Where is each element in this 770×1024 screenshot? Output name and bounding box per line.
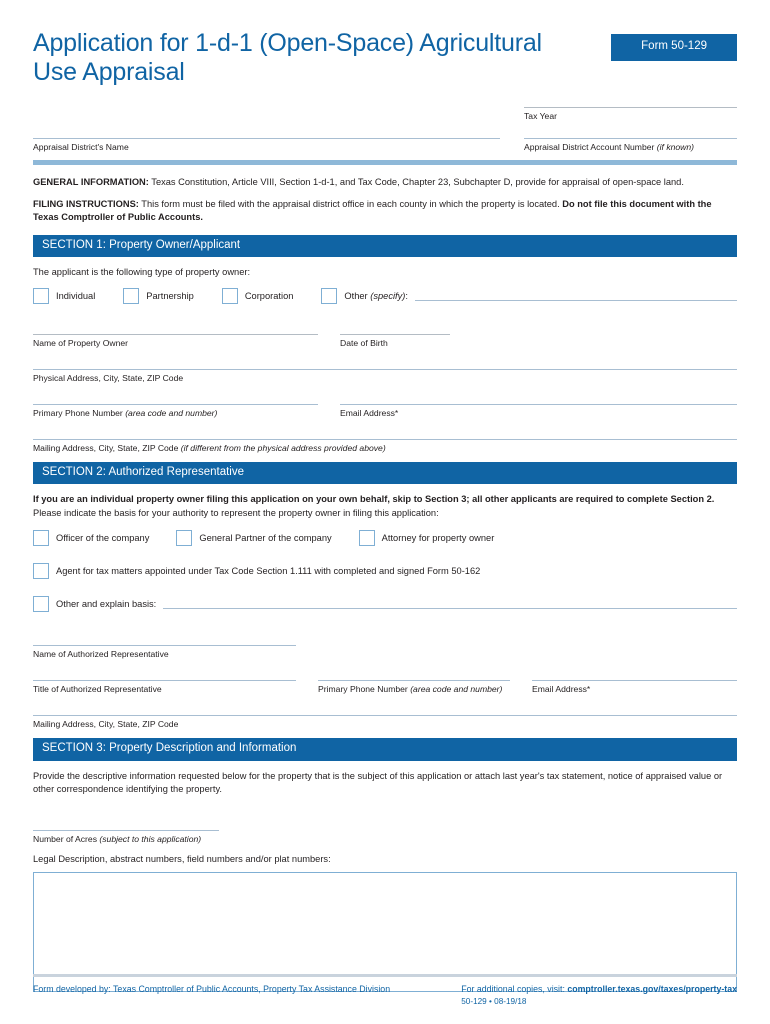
representative-phone-label: Primary Phone Number (area code and numb…	[318, 684, 503, 694]
owner-name-label: Name of Property Owner	[33, 337, 129, 348]
checkbox-partnership-label: Partnership	[146, 290, 194, 301]
number-of-acres-field[interactable]: Number of Acres (subject to this applica…	[33, 829, 219, 845]
number-of-acres-label: Number of Acres (subject to this applica…	[33, 833, 202, 844]
checkbox-other-owner-type-label: Other (specify):	[344, 290, 408, 301]
tax-year-label: Tax Year	[524, 111, 557, 121]
representative-name-label: Name of Authorized Representative	[33, 649, 169, 659]
agent-for-tax-matters-row: Agent for tax matters appointed under Ta…	[33, 563, 737, 579]
owner-mailing-address-label: Mailing Address, City, State, ZIP Code (…	[33, 442, 386, 453]
owner-name-row: Name of Property Owner Date of Birth	[33, 333, 737, 349]
other-basis-row: Other and explain basis:	[33, 596, 737, 612]
checkbox-individual[interactable]	[33, 287, 49, 304]
checkbox-officer-of-company[interactable]	[33, 530, 49, 546]
checkbox-general-partner-label: General Partner of the company	[199, 533, 332, 543]
representative-phone-field[interactable]: Primary Phone Number (area code and numb…	[318, 680, 510, 695]
checkbox-individual-label: Individual	[56, 290, 96, 301]
footer-additional-copies: For additional copies, visit: comptrolle…	[461, 984, 737, 994]
footer-url[interactable]: comptroller.texas.gov/taxes/property-tax	[567, 984, 737, 994]
footer-revision: 50-129 • 08-19/18	[461, 997, 527, 1006]
checkbox-agent-for-tax-matters[interactable]	[33, 563, 49, 579]
representative-mailing-address-label: Mailing Address, City, State, ZIP Code	[33, 719, 179, 729]
representative-name-field[interactable]: Name of Authorized Representative	[33, 645, 296, 660]
checkbox-attorney-for-owner[interactable]	[358, 530, 375, 546]
checkbox-other-basis-label: Other and explain basis:	[56, 599, 157, 609]
owner-name-field[interactable]: Name of Property Owner	[33, 333, 318, 349]
owner-email-field[interactable]: Email Address*	[340, 403, 737, 419]
district-row: Appraisal District's Name Appraisal Dist…	[33, 138, 737, 153]
appraisal-district-name-field[interactable]: Appraisal District's Name	[33, 138, 500, 153]
checkbox-corporation-label: Corporation	[244, 290, 294, 301]
section-1-header: SECTION 1: Property Owner/Applicant	[33, 234, 737, 257]
physical-address-label: Physical Address, City, State, ZIP Code	[33, 372, 184, 383]
appraisal-district-name-label: Appraisal District's Name	[33, 142, 129, 152]
owner-mailing-address-field[interactable]: Mailing Address, City, State, ZIP Code (…	[33, 438, 737, 454]
footer-content: Form developed by: Texas Comptroller of …	[33, 983, 737, 1006]
section-2-sub-intro: Please indicate the basis for your autho…	[33, 507, 439, 518]
representative-email-field[interactable]: Email Address*	[532, 680, 737, 695]
representative-title-field[interactable]: Title of Authorized Representative	[33, 680, 296, 695]
representative-contact-row: Title of Authorized Representative Prima…	[33, 680, 737, 695]
owner-phone-field[interactable]: Primary Phone Number (area code and numb…	[33, 403, 318, 419]
form-number-badge: Form 50-129	[611, 34, 737, 61]
section-2-bold-intro: If you are an individual property owner …	[33, 494, 715, 504]
form-page: Application for 1-d-1 (Open-Space) Agric…	[0, 0, 770, 1024]
filing-instructions-paragraph: FILING INSTRUCTIONS: This form must be f…	[33, 198, 712, 223]
checkbox-officer-of-company-label: Officer of the company	[56, 533, 150, 543]
other-owner-type-input-line[interactable]	[414, 299, 737, 301]
physical-address-field[interactable]: Physical Address, City, State, ZIP Code	[33, 368, 737, 384]
section-3-header: SECTION 3: Property Description and Info…	[33, 738, 737, 761]
checkbox-general-partner[interactable]	[176, 530, 193, 546]
tax-year-field[interactable]: Tax Year	[524, 107, 737, 122]
owner-email-label: Email Address*	[340, 407, 399, 418]
page-footer: Form developed by: Texas Comptroller of …	[33, 974, 737, 1006]
section-2-header: SECTION 2: Authorized Representative	[33, 461, 737, 484]
footer-developed-by: Form developed by: Texas Comptroller of …	[33, 984, 391, 994]
general-information-paragraph: GENERAL INFORMATION: Texas Constitution,…	[33, 177, 684, 187]
checkbox-partnership[interactable]	[123, 287, 140, 304]
section-1-prompt: The applicant is the following type of p…	[33, 267, 251, 277]
account-number-label: Appraisal District Account Number (if kn…	[524, 142, 695, 152]
footer-divider	[33, 974, 737, 977]
owner-phone-label: Primary Phone Number (area code and numb…	[33, 407, 218, 418]
authority-basis-checkbox-row: Officer of the company General Partner o…	[33, 530, 737, 546]
owner-type-checkbox-row: Individual Partnership Corporation Other…	[33, 287, 737, 304]
account-number-field[interactable]: Appraisal District Account Number (if kn…	[524, 138, 737, 153]
checkbox-corporation[interactable]	[221, 287, 238, 304]
checkbox-other-basis[interactable]	[33, 596, 49, 612]
checkbox-attorney-for-owner-label: Attorney for property owner	[381, 533, 495, 543]
page-title: Application for 1-d-1 (Open-Space) Agric…	[33, 29, 542, 86]
top-fields-block: Tax Year Appraisal District's Name Appra…	[33, 107, 737, 165]
date-of-birth-label: Date of Birth	[340, 337, 388, 348]
tax-year-spacer	[33, 107, 500, 122]
owner-contact-row: Primary Phone Number (area code and numb…	[33, 403, 737, 419]
other-basis-input-line[interactable]	[163, 608, 737, 609]
representative-mailing-address-field[interactable]: Mailing Address, City, State, ZIP Code	[33, 715, 737, 730]
legal-description-label: Legal Description, abstract numbers, fie…	[33, 853, 331, 864]
checkbox-other-owner-type[interactable]	[321, 287, 338, 304]
date-of-birth-field[interactable]: Date of Birth	[340, 333, 450, 349]
checkbox-agent-for-tax-matters-label: Agent for tax matters appointed under Ta…	[56, 566, 481, 576]
tax-year-row: Tax Year	[33, 107, 737, 122]
section-3-intro: Provide the descriptive information requ…	[33, 770, 723, 795]
representative-email-label: Email Address*	[532, 684, 591, 694]
page-header: Application for 1-d-1 (Open-Space) Agric…	[33, 28, 737, 87]
representative-title-label: Title of Authorized Representative	[33, 684, 162, 694]
